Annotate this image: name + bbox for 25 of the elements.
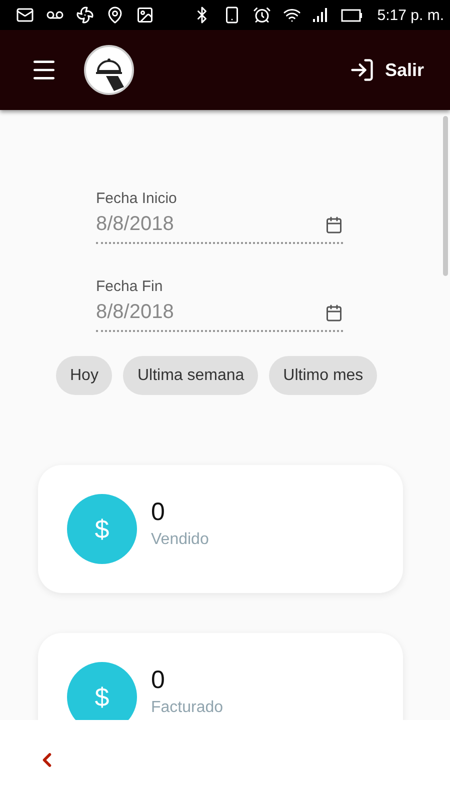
range-chip[interactable]: Ultimo mes bbox=[269, 356, 378, 395]
dollar-badge: $ bbox=[67, 494, 137, 564]
cloche-logo bbox=[84, 45, 134, 95]
field-label: Fecha Fin bbox=[96, 278, 164, 295]
stat-value: 0 bbox=[151, 498, 166, 526]
stat-value: 0 bbox=[151, 666, 166, 694]
stat-label: Facturado bbox=[151, 698, 224, 716]
dollar-badge: $ bbox=[67, 662, 137, 720]
status-time: 5:17 p. m. bbox=[377, 6, 444, 24]
image-icon bbox=[136, 6, 154, 24]
map-pin-icon bbox=[106, 6, 124, 24]
logout-icon bbox=[348, 57, 375, 83]
pinwheel-icon bbox=[76, 6, 94, 24]
mail-icon bbox=[16, 6, 34, 24]
range-chip[interactable]: Hoy bbox=[56, 356, 112, 395]
battery-icon bbox=[341, 8, 364, 22]
calendar-icon bbox=[325, 304, 343, 322]
field-label: Fecha Inicio bbox=[96, 190, 178, 207]
calendar-icon bbox=[325, 216, 343, 234]
stat-label: Vendido bbox=[151, 530, 209, 548]
alarm-icon bbox=[253, 6, 272, 24]
logout-button[interactable]: Salir bbox=[348, 57, 424, 83]
wifi-icon bbox=[283, 6, 302, 24]
range-chip[interactable]: Ultima semana bbox=[123, 356, 258, 395]
signal-icon bbox=[313, 8, 330, 22]
